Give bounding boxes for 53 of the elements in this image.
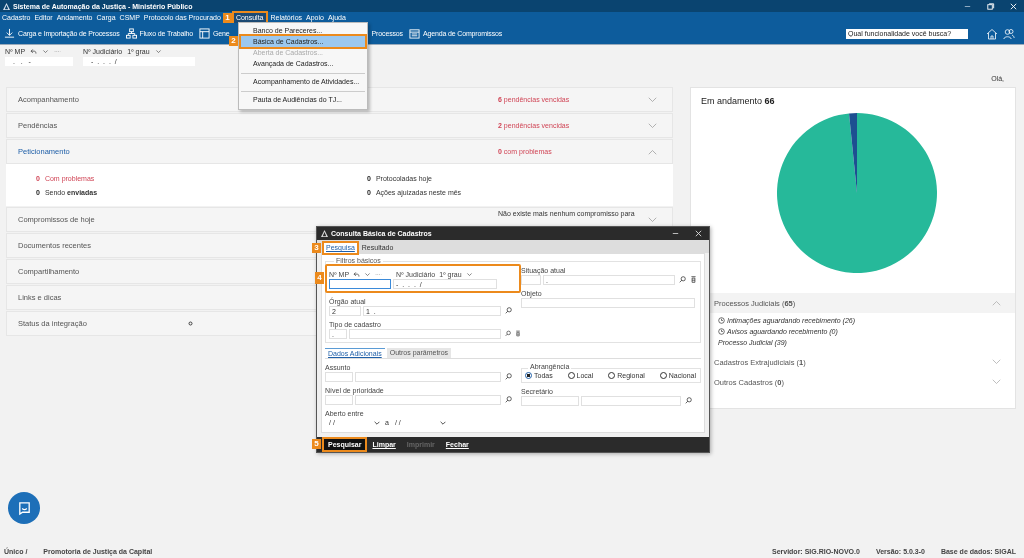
- users-icon[interactable]: [1003, 27, 1015, 40]
- chevron-down-icon: [374, 419, 380, 426]
- undo-icon[interactable]: [30, 48, 38, 55]
- chevron-icon[interactable]: [648, 96, 657, 103]
- step-number: 1: [222, 12, 232, 23]
- chevron-down-icon[interactable]: [364, 271, 372, 278]
- chevron-down-icon[interactable]: [154, 48, 162, 55]
- search-icon[interactable]: [505, 307, 512, 314]
- step-number: 5: [312, 439, 321, 449]
- calendar-icon: [408, 28, 420, 39]
- code-field[interactable]: [325, 371, 353, 382]
- clock-icon: [718, 328, 725, 335]
- step-number: 4: [315, 272, 324, 284]
- chevron-icon[interactable]: [992, 359, 1001, 365]
- step-number: 3: [312, 243, 321, 253]
- hierarchy-icon: [125, 28, 137, 39]
- panel-title: Em andamento 66: [700, 95, 776, 106]
- clear-icon[interactable]: [690, 276, 697, 283]
- home-icon[interactable]: [986, 27, 998, 40]
- chevron-down-icon[interactable]: [465, 271, 473, 278]
- chevron-icon[interactable]: [648, 216, 657, 223]
- download-icon: [4, 28, 15, 39]
- search-icon[interactable]: [679, 276, 686, 283]
- code-field[interactable]: [521, 274, 541, 285]
- clock-icon: [718, 317, 725, 324]
- restore-icon[interactable]: [986, 1, 995, 11]
- status-dot-icon: [188, 321, 193, 326]
- priority-field[interactable]: [355, 394, 501, 405]
- code-field[interactable]: [325, 394, 353, 405]
- search-icon[interactable]: [505, 373, 512, 380]
- code-field[interactable]: [521, 395, 579, 406]
- undo-icon[interactable]: [353, 271, 361, 278]
- app-logo-icon: [321, 230, 328, 237]
- search-icon[interactable]: [505, 330, 511, 337]
- window-icon: [199, 28, 211, 39]
- object-field[interactable]: [521, 297, 695, 308]
- close-icon[interactable]: [694, 229, 703, 238]
- chat-bubble-icon: [16, 500, 32, 516]
- chevron-icon[interactable]: [992, 300, 1001, 306]
- chevron-down-icon: [439, 419, 446, 426]
- clear-icon[interactable]: [515, 330, 521, 337]
- subject-field[interactable]: [355, 371, 501, 382]
- step-number: 2: [229, 36, 238, 46]
- chevron-icon[interactable]: [648, 122, 657, 129]
- search-icon[interactable]: [685, 397, 692, 404]
- search-icon[interactable]: [505, 396, 512, 403]
- secretary-field[interactable]: [581, 395, 681, 406]
- chevron-icon[interactable]: [648, 148, 657, 155]
- chevron-icon[interactable]: [992, 379, 1001, 385]
- chevron-down-icon[interactable]: [42, 48, 50, 55]
- mp-number-field[interactable]: [329, 278, 391, 289]
- chat-button[interactable]: [8, 492, 40, 524]
- type-field[interactable]: [349, 328, 501, 339]
